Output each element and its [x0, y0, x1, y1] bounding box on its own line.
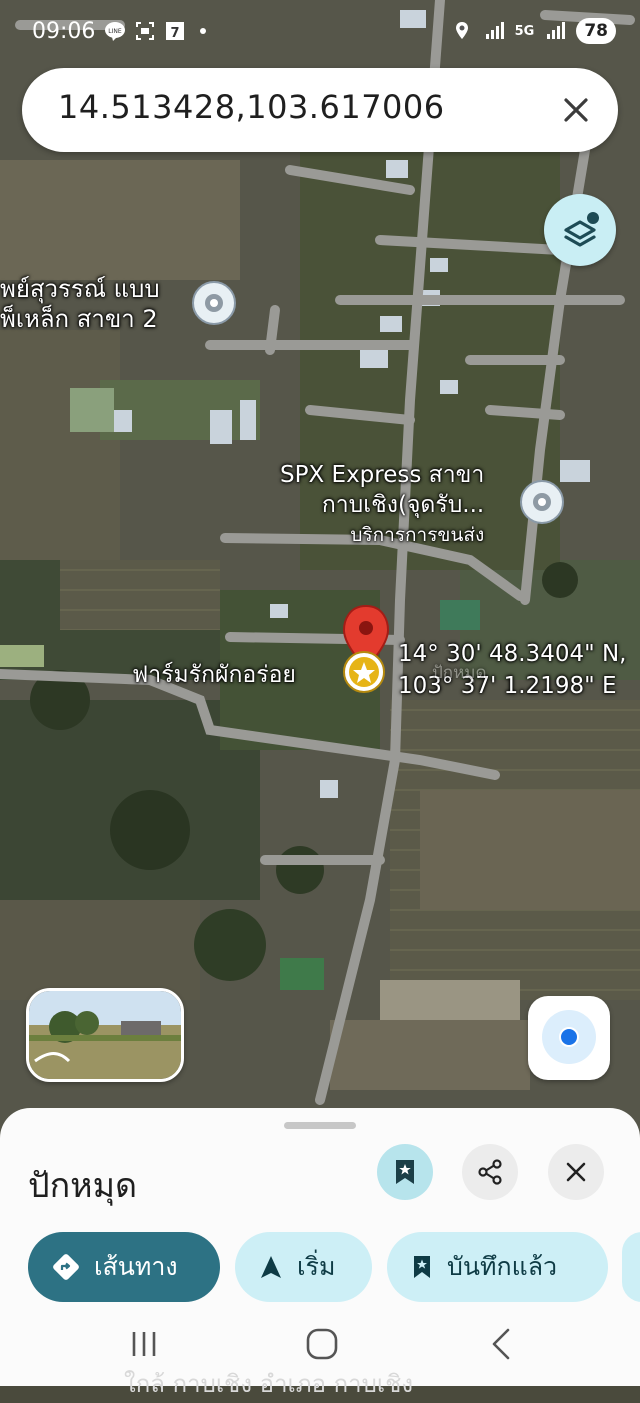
street-view-thumbnail[interactable]	[26, 988, 184, 1082]
navigation-arrow-icon	[261, 1256, 281, 1278]
start-label: เริ่ม	[297, 1252, 336, 1281]
network-type-label: 5G	[514, 23, 535, 39]
status-bar: 09:06 LINE 7 5G 78	[0, 0, 640, 64]
map-label-farm[interactable]: ฟาร์มรักผักอร่อย	[132, 662, 296, 689]
more-notifications-dot	[200, 28, 206, 34]
start-navigation-button[interactable]: เริ่ม	[235, 1232, 372, 1302]
svg-text:7: 7	[170, 26, 179, 41]
back-icon[interactable]	[482, 1324, 522, 1364]
close-icon	[566, 1162, 586, 1182]
saved-label: บันทึกแล้ว	[447, 1252, 558, 1281]
bookmark-star-icon	[414, 1256, 430, 1278]
map-label-spx-express[interactable]: SPX Express สาขา กาบเชิง(จุดรับ... บริกา…	[280, 460, 484, 550]
calendar-7-icon: 7	[166, 22, 184, 41]
share-button[interactable]	[462, 1144, 518, 1200]
my-location-icon	[542, 1010, 596, 1064]
directions-icon	[53, 1254, 79, 1280]
system-navigation-bar	[0, 1304, 640, 1386]
layers-button[interactable]	[544, 194, 616, 266]
status-notification-icons: LINE 7	[104, 20, 206, 42]
screenshot-icon	[136, 22, 154, 40]
layers-icon	[564, 212, 599, 247]
home-icon[interactable]	[302, 1324, 342, 1364]
location-icon	[455, 22, 468, 39]
more-chip[interactable]	[622, 1232, 640, 1302]
signal-icon	[547, 22, 566, 39]
signal-icon	[485, 22, 504, 39]
svg-text:LINE: LINE	[108, 28, 122, 35]
map-label-line: พย์สุวรรณ์ แบบ	[0, 275, 160, 303]
recent-apps-icon[interactable]	[124, 1324, 164, 1364]
map-label-line: พ็เหล็ก สาขา 2	[0, 305, 158, 333]
directions-label: เส้นทาง	[94, 1252, 178, 1281]
poi-pin-icon[interactable]	[520, 480, 564, 524]
share-icon	[478, 1159, 502, 1185]
search-input[interactable]: 14.513428,103.617006	[58, 88, 445, 126]
line-app-icon: LINE	[105, 22, 125, 41]
map-label-place-top-left[interactable]: พย์สุวรรณ์ แบบ พ็เหล็ก สาขา 2	[0, 274, 160, 334]
sheet-drag-handle[interactable]	[284, 1122, 356, 1129]
directions-button[interactable]: เส้นทาง	[28, 1232, 220, 1302]
saved-bookmark-button[interactable]	[377, 1144, 433, 1200]
map-label-line: กาบเชิง(จุดรับ...	[321, 492, 485, 518]
saved-button[interactable]: บันทึกแล้ว	[387, 1232, 608, 1302]
place-title: ปักหมุด	[28, 1166, 138, 1206]
place-bottom-sheet[interactable]: ปักหมุด เส้นทาง เริ่ม บันทึกแล้ว ใกล้ กา…	[0, 1108, 640, 1398]
close-sheet-button[interactable]	[548, 1144, 604, 1200]
bookmark-star-icon	[396, 1160, 414, 1184]
map-label-faint: ปักหมุด	[432, 663, 487, 683]
map-label-line: บริการการขนส่ง	[350, 524, 485, 546]
poi-pin-icon[interactable]	[192, 281, 236, 325]
map-label-line: SPX Express สาขา	[280, 462, 485, 488]
search-bar[interactable]: 14.513428,103.617006	[22, 68, 618, 152]
status-system-icons: 5G 78	[451, 18, 616, 44]
close-icon[interactable]	[560, 94, 592, 126]
farm-star-marker[interactable]	[343, 651, 385, 693]
battery-level: 78	[576, 18, 616, 44]
my-location-button[interactable]	[528, 996, 610, 1080]
status-time: 09:06	[32, 19, 96, 44]
